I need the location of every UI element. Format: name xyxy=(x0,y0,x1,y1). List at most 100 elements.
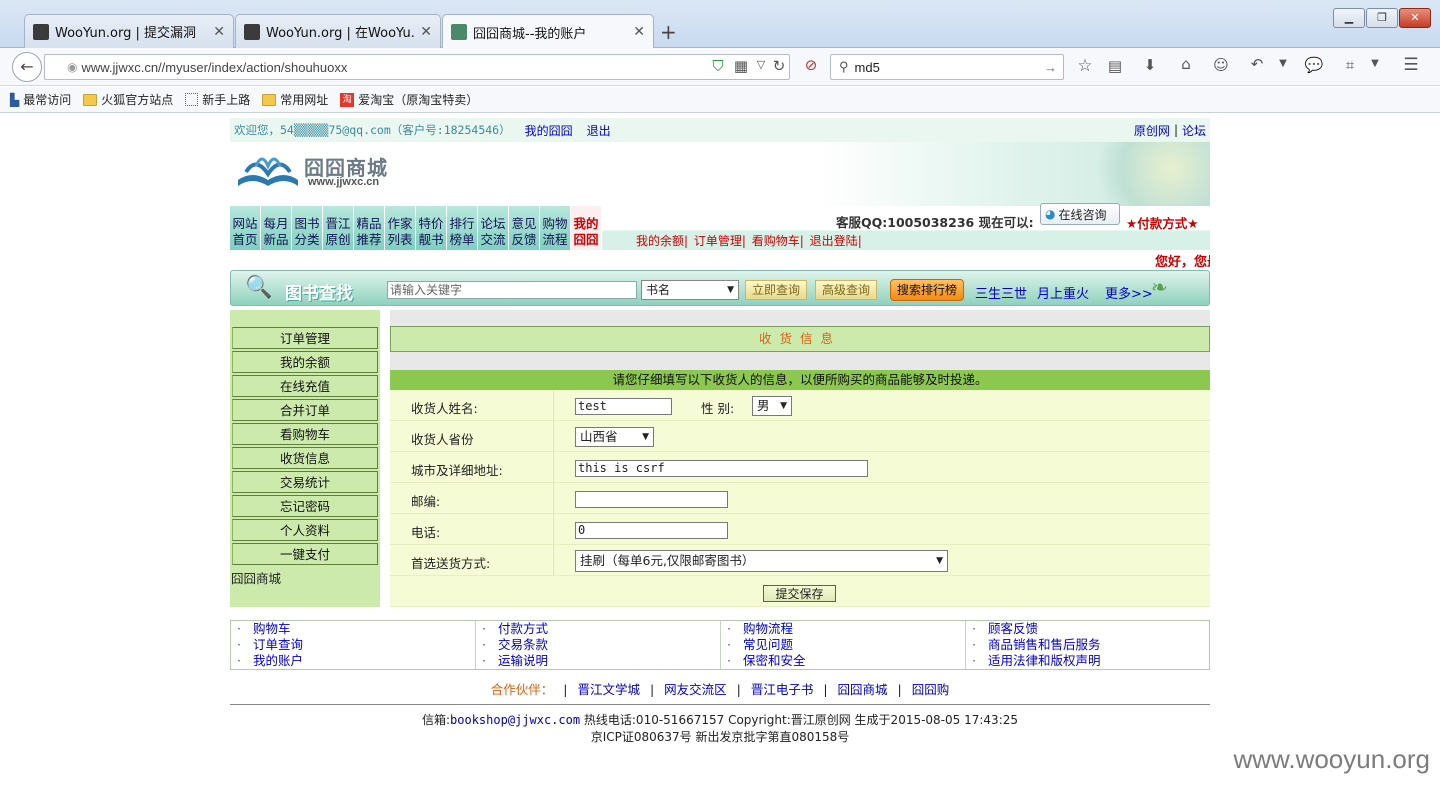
home-icon[interactable]: ⌂ xyxy=(1175,55,1197,73)
footer-link-shipping[interactable]: 运输说明 xyxy=(482,653,720,669)
footer-link-cart[interactable]: 购物车 xyxy=(237,621,475,637)
menu-special-offers[interactable]: 特价 靓书 xyxy=(416,206,447,250)
footer-link-payment[interactable]: 付款方式 xyxy=(482,621,720,637)
menu-recommended[interactable]: 精品 推荐 xyxy=(354,206,385,250)
sidebar-item-recharge[interactable]: 在线充值 xyxy=(232,375,378,397)
undo-icon[interactable]: ↶ xyxy=(1246,55,1268,73)
partner-link-shop[interactable]: 囧囧商城 xyxy=(838,682,888,697)
maximize-button[interactable]: ❐ xyxy=(1366,8,1398,28)
dropdown-arrow-icon[interactable]: ▼ xyxy=(1364,58,1386,69)
search-ranking-button[interactable]: 搜索排行榜 xyxy=(890,279,964,301)
sidebar-item-cart[interactable]: 看购物车 xyxy=(232,423,378,445)
footer-link-after-sales[interactable]: 商品销售和售后服务 xyxy=(972,637,1211,653)
keyword-input[interactable]: 请输入关键字 xyxy=(387,281,637,299)
sidebar-item-shipping-info[interactable]: 收货信息 xyxy=(232,447,378,469)
qr-code-icon[interactable]: ▦ xyxy=(730,57,752,75)
chat-icon[interactable]: 💬 xyxy=(1303,56,1325,74)
download-icon[interactable]: ⬇ xyxy=(1139,56,1161,74)
forum-link[interactable]: 论坛 xyxy=(1182,122,1206,139)
sidebar-item-trade-stats[interactable]: 交易统计 xyxy=(232,471,378,493)
tab-jjwxc-account[interactable]: 囧囧商城--我的账户 ✕ xyxy=(442,14,654,49)
my-balance-link[interactable]: 我的余额 xyxy=(636,234,684,248)
gender-select[interactable]: 男 ▼ xyxy=(752,396,792,416)
menu-shopping-process[interactable]: 购物 流程 xyxy=(540,206,571,250)
view-cart-link[interactable]: 看购物车 xyxy=(752,234,800,248)
tab-wooyun-in[interactable]: WooYun.org | 在WooYu... ✕ xyxy=(235,14,441,48)
address-input[interactable]: this is csrf xyxy=(575,460,868,477)
url-bar[interactable]: ◉ www.jjwxc.cn//myuser/index/action/shou… xyxy=(44,54,790,80)
menu-feedback[interactable]: 意见 反馈 xyxy=(509,206,540,250)
menu-icon[interactable]: ☰ xyxy=(1400,55,1422,75)
menu-book-categories[interactable]: 图书 分类 xyxy=(292,206,323,250)
close-window-button[interactable]: ✕ xyxy=(1399,8,1431,28)
online-consult-button[interactable]: ◕ 在线咨询 xyxy=(1040,203,1120,225)
menu-my-account[interactable]: 我的 囧囧 xyxy=(571,206,602,250)
more-link[interactable]: 更多>> xyxy=(1105,283,1153,302)
close-tab-icon[interactable]: ✕ xyxy=(633,24,645,40)
menu-rankings[interactable]: 排行 榜单 xyxy=(447,206,478,250)
footer-link-process[interactable]: 购物流程 xyxy=(727,621,965,637)
menu-home[interactable]: 网站 首页 xyxy=(230,206,261,250)
bookmark-getting-started[interactable]: 新手上路 xyxy=(185,91,250,108)
sidebar-item-one-click-pay[interactable]: 一键支付 xyxy=(232,543,378,565)
reading-list-icon[interactable]: ▤ xyxy=(1104,57,1126,75)
bookmark-firefox-site[interactable]: 火狐官方站点 xyxy=(83,91,173,108)
close-tab-icon[interactable]: ✕ xyxy=(213,24,225,40)
bookmark-aitaobao[interactable]: 淘爱淘宝（原淘宝特卖） xyxy=(340,91,478,108)
back-arrow-icon[interactable]: ← xyxy=(12,52,42,82)
sidebar-item-merge-orders[interactable]: 合并订单 xyxy=(232,399,378,421)
close-tab-icon[interactable]: ✕ xyxy=(420,24,432,40)
hot-link-2[interactable]: 月上重火 xyxy=(1037,283,1089,302)
dropdown-arrow-icon[interactable]: ▼ xyxy=(1272,58,1294,69)
emoji-icon[interactable]: ☺ xyxy=(1210,56,1232,74)
name-input[interactable]: test xyxy=(575,398,672,415)
partner-link-jjgou[interactable]: 囧囧购 xyxy=(912,682,950,697)
footer-link-legal[interactable]: 适用法律和版权声明 xyxy=(972,653,1211,669)
search-field-select[interactable]: 书名 ▼ xyxy=(641,280,739,300)
sidebar-item-forgot-password[interactable]: 忘记密码 xyxy=(232,495,378,517)
shield-icon[interactable]: ⛉ xyxy=(707,57,729,75)
menu-new-monthly[interactable]: 每月 新品 xyxy=(261,206,292,250)
footer-link-order-query[interactable]: 订单查询 xyxy=(237,637,475,653)
footer-link-privacy[interactable]: 保密和安全 xyxy=(727,653,965,669)
reload-icon[interactable]: ↻ xyxy=(768,57,790,75)
bookmark-most-visited[interactable]: ▙ 最常访问 xyxy=(10,91,71,108)
partner-link-jjwxc[interactable]: 晋江文学城 xyxy=(577,682,640,697)
logout-link[interactable]: 退出登陆 xyxy=(810,234,858,248)
bookmark-common-urls[interactable]: 常用网址 xyxy=(262,91,328,108)
my-shop-link[interactable]: 我的囧囧 xyxy=(525,122,573,139)
province-select[interactable]: 山西省 ▼ xyxy=(575,427,654,447)
menu-jinjiang-original[interactable]: 晋江 原创 xyxy=(323,206,354,250)
query-now-button[interactable]: 立即查询 xyxy=(745,280,807,300)
partner-link-forum[interactable]: 网友交流区 xyxy=(664,682,727,697)
original-site-link[interactable]: 原创网 xyxy=(1134,122,1170,139)
payment-method-link[interactable]: ★付款方式★ xyxy=(1126,213,1198,232)
go-arrow-icon[interactable]: → xyxy=(1044,60,1057,75)
email-link[interactable]: bookshop@jjwxc.com xyxy=(450,713,580,727)
submit-save-button[interactable]: 提交保存 xyxy=(763,585,836,602)
hot-link-1[interactable]: 三生三世 xyxy=(975,283,1027,302)
delivery-method-select[interactable]: 挂刷（每单6元,仅限邮寄图书） ▼ xyxy=(575,550,948,572)
tab-wooyun-submit[interactable]: WooYun.org | 提交漏洞 ✕ xyxy=(24,14,234,48)
logout-link[interactable]: 退出 xyxy=(587,122,611,139)
bookmark-star-icon[interactable]: ☆ xyxy=(1074,56,1096,76)
sidebar-item-orders[interactable]: 订单管理 xyxy=(232,327,378,349)
adblock-icon[interactable]: ⊘ xyxy=(800,56,822,74)
menu-authors[interactable]: 作家 列表 xyxy=(385,206,416,250)
zip-input[interactable] xyxy=(575,491,728,508)
search-bar[interactable]: ⚲ md5 → xyxy=(830,54,1064,80)
footer-link-feedback[interactable]: 顾客反馈 xyxy=(972,621,1211,637)
footer-link-faq[interactable]: 常见问题 xyxy=(727,637,965,653)
sidebar-item-balance[interactable]: 我的余额 xyxy=(232,351,378,373)
advanced-search-button[interactable]: 高级查询 xyxy=(815,280,877,300)
new-tab-button[interactable]: + xyxy=(660,20,677,44)
order-management-link[interactable]: 订单管理 xyxy=(694,234,742,248)
footer-link-terms[interactable]: 交易条款 xyxy=(482,637,720,653)
footer-link-my-account[interactable]: 我的账户 xyxy=(237,653,475,669)
phone-input[interactable]: 0 xyxy=(575,522,728,539)
menu-forum[interactable]: 论坛 交流 xyxy=(478,206,509,250)
minimize-button[interactable]: ▁ xyxy=(1333,8,1365,28)
sidebar-item-profile[interactable]: 个人资料 xyxy=(232,519,378,541)
partner-link-ebook[interactable]: 晋江电子书 xyxy=(751,682,814,697)
crop-icon[interactable]: ⌗ xyxy=(1339,56,1361,74)
